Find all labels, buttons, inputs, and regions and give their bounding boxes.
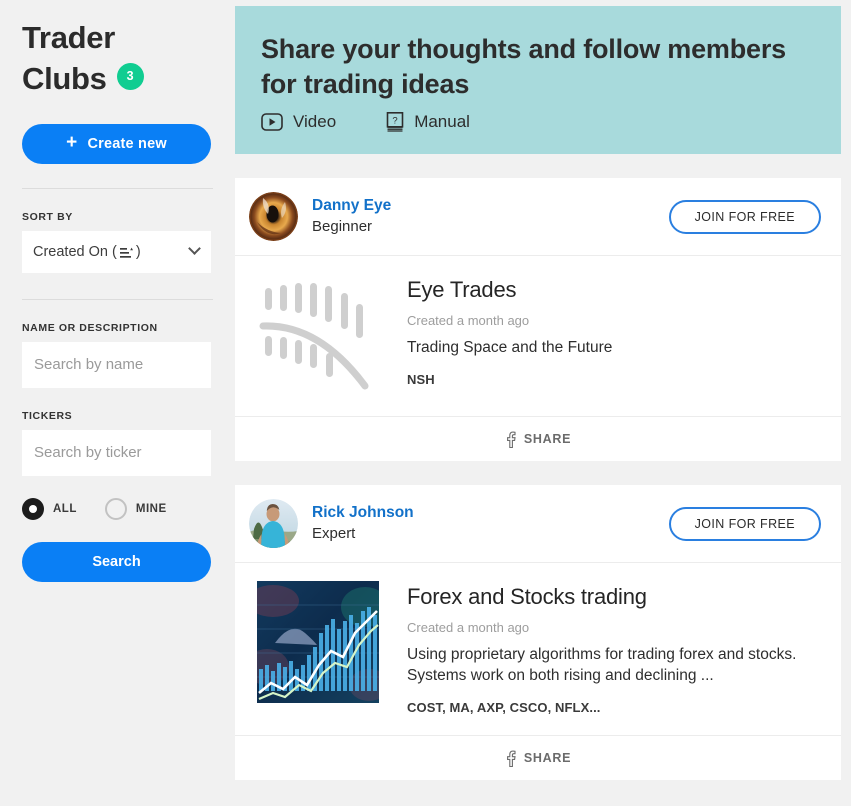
tickers-label: TICKERS — [22, 409, 73, 422]
club-name[interactable]: Eye Trades — [407, 276, 821, 304]
share-label: SHARE — [523, 432, 572, 447]
manual-link[interactable]: ? Manual — [386, 112, 470, 132]
sidebar-divider — [22, 187, 213, 189]
radio-all-indicator[interactable] — [22, 497, 44, 520]
create-new-button[interactable]: + Create new — [22, 123, 211, 164]
sort-by-value: Created On ( — [33, 243, 117, 260]
video-label: Video — [293, 112, 337, 132]
facebook-icon — [505, 431, 516, 448]
radio-mine-label: MINE — [135, 502, 167, 515]
join-for-free-button[interactable]: JOIN FOR FREE — [668, 199, 821, 234]
facebook-icon — [505, 750, 516, 767]
video-link[interactable]: Video — [261, 112, 336, 132]
club-card: Danny Eye Beginner JOIN FOR FREE Eye Tra… — [235, 178, 841, 462]
promo-banner-links: Video ? Manual — [261, 112, 815, 132]
club-name[interactable]: Forex and Stocks trading — [407, 583, 821, 611]
chevron-down-icon — [188, 242, 201, 256]
promo-banner: Share your thoughts and follow members f… — [235, 6, 841, 155]
club-tickers: NSH — [407, 371, 435, 387]
search-by-ticker-input[interactable] — [22, 429, 211, 476]
club-card-header: Rick Johnson Expert JOIN FOR FREE — [235, 485, 841, 564]
page-title-line-2: Clubs — [22, 60, 107, 96]
manual-book-icon: ? — [386, 112, 404, 132]
svg-text:?: ? — [393, 115, 398, 126]
search-button[interactable]: Search — [22, 541, 211, 582]
author-level: Beginner — [312, 217, 373, 235]
join-for-free-button[interactable]: JOIN FOR FREE — [668, 506, 821, 541]
share-button[interactable]: SHARE — [235, 417, 841, 461]
promo-banner-heading: Share your thoughts and follow members f… — [261, 34, 786, 99]
sort-by-value-suffix: ) — [135, 243, 141, 260]
sort-by-value-wrap: Created On ( ) — [33, 244, 141, 260]
club-card: Rick Johnson Expert JOIN FOR FREE Forex … — [235, 485, 841, 781]
video-icon — [261, 113, 283, 131]
share-button[interactable]: SHARE — [235, 736, 841, 780]
radio-option-all[interactable]: ALL — [22, 497, 77, 520]
club-card-body: Eye Trades Created a month ago Trading S… — [235, 256, 841, 418]
club-thumbnail-image — [245, 581, 389, 704]
avatar — [249, 192, 298, 242]
club-card-body: Forex and Stocks trading Created a month… — [235, 563, 841, 737]
main-content: Share your thoughts and follow members f… — [235, 0, 851, 806]
sort-by-select[interactable]: Created On ( ) — [22, 230, 211, 273]
scope-radio-group: ALL MINE — [22, 497, 213, 520]
club-details: Forex and Stocks trading Created a month… — [407, 581, 821, 715]
avatar — [249, 499, 298, 549]
sidebar: Trader Clubs 3 + Create new SORT BY Crea… — [0, 0, 235, 806]
club-author: Danny Eye Beginner — [312, 196, 669, 237]
author-name-link[interactable]: Danny Eye — [312, 196, 669, 217]
radio-all-label: ALL — [53, 502, 77, 515]
page-title-line-1: Trader — [22, 20, 115, 55]
club-count-badge: 3 — [116, 62, 144, 90]
sidebar-divider-2 — [22, 298, 213, 300]
club-created-date: Created a month ago — [407, 312, 530, 328]
manual-label: Manual — [414, 112, 470, 132]
radio-mine-indicator[interactable] — [104, 497, 127, 520]
club-description: Trading Space and the Future — [407, 338, 613, 356]
club-tickers: COST, MA, AXP, CSCO, NFLX... — [407, 700, 601, 716]
plus-icon: + — [66, 132, 78, 154]
club-thumbnail-placeholder — [257, 274, 379, 396]
sort-descending-icon — [119, 247, 133, 259]
club-details: Eye Trades Created a month ago Trading S… — [407, 274, 821, 396]
author-name-link[interactable]: Rick Johnson — [312, 503, 669, 524]
search-by-name-input[interactable] — [22, 341, 211, 388]
page-title: Trader Clubs 3 — [22, 18, 213, 100]
sort-by-label: SORT BY — [22, 210, 73, 223]
author-level: Expert — [312, 524, 356, 542]
trader-clubs-page: Trader Clubs 3 + Create new SORT BY Crea… — [0, 0, 851, 806]
club-description: Using proprietary algorithms for trading… — [407, 645, 797, 684]
radio-option-mine[interactable]: MINE — [104, 497, 167, 520]
share-label: SHARE — [523, 751, 572, 766]
club-author: Rick Johnson Expert — [312, 503, 669, 544]
club-created-date: Created a month ago — [407, 619, 530, 635]
name-or-description-label: NAME OR DESCRIPTION — [22, 321, 158, 334]
club-card-header: Danny Eye Beginner JOIN FOR FREE — [235, 178, 841, 257]
create-new-label: Create new — [87, 135, 167, 152]
